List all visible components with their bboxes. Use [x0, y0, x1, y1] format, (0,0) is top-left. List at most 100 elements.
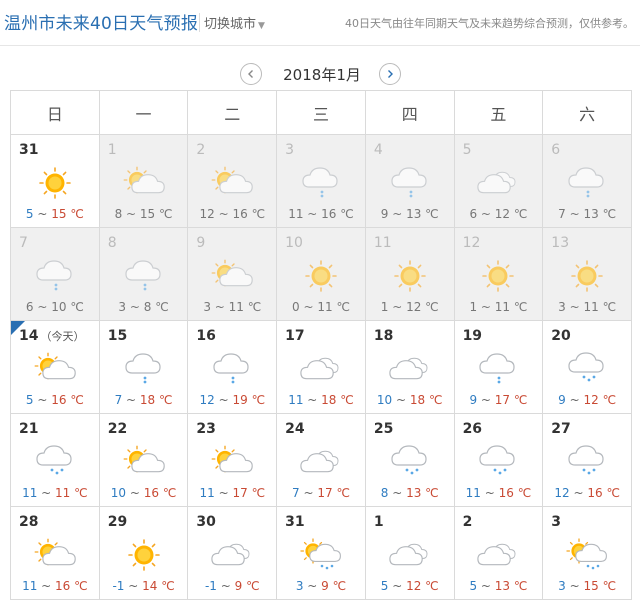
temperature-unit: ℃: [513, 207, 528, 221]
temperature-unit: ℃: [340, 207, 354, 221]
temperature-range: 11 ~ 16 ℃: [277, 207, 365, 221]
day-cell[interactable]: 1 8 ~ 15 ℃: [99, 135, 189, 228]
high-temperature: 16: [587, 486, 603, 500]
day-cell[interactable]: 13 3 ~ 11 ℃: [543, 228, 632, 321]
partly-cloudy-weather-icon: [209, 165, 255, 201]
day-cell[interactable]: 33 ~ 15 ℃: [543, 507, 632, 600]
high-temperature: 16: [51, 393, 67, 407]
temperature-range: 3 ~ 11 ℃: [543, 300, 631, 314]
temperature-separator: ~: [477, 300, 495, 314]
cloudy-weather-icon: [298, 444, 344, 480]
day-cell[interactable]: 23 11 ~ 17 ℃: [188, 414, 278, 507]
day-cell[interactable]: 24 7 ~ 17 ℃: [277, 414, 366, 507]
low-temperature: 7: [558, 207, 566, 221]
day-cell[interactable]: 10 0 ~ 11 ℃: [277, 228, 366, 321]
day-cell[interactable]: 2 12 ~ 16 ℃: [188, 135, 278, 228]
partly-cloudy-weather-icon: [121, 165, 167, 201]
temperature-unit: ℃: [162, 486, 177, 500]
day-number: 3: [285, 142, 294, 158]
high-temperature: 16: [55, 579, 71, 593]
day-cell[interactable]: 30 -1 ~ 9 ℃: [188, 507, 278, 600]
day-cell[interactable]: 15 7 ~ 18 ℃: [99, 321, 189, 414]
day-number: 15: [108, 328, 127, 344]
temperature-separator: ~: [122, 207, 140, 221]
temperature-separator: ~: [126, 486, 144, 500]
day-cell[interactable]: 2 5 ~ 13 ℃: [454, 507, 544, 600]
day-cell-today[interactable]: 14 （今天） 5 ~ 16 ℃: [11, 321, 100, 414]
day-number-text: 1: [373, 514, 384, 530]
temperature-separator: ~: [299, 300, 318, 314]
today-label: （今天）: [40, 330, 85, 343]
temperature-range: 3 ~ 11 ℃: [188, 300, 276, 314]
day-number: 24: [285, 421, 304, 437]
partly-cloudy-weather-icon: [32, 537, 78, 573]
sun-shower-weather-icon: [298, 537, 344, 573]
high-temperature: 13: [494, 579, 511, 593]
high-temperature: 14: [142, 579, 158, 593]
low-temperature: 3: [118, 300, 127, 314]
day-cell[interactable]: 11 1 ~ 12 ℃: [365, 228, 455, 321]
temperature-range: -1 ~ 14 ℃: [100, 579, 188, 593]
day-cell[interactable]: 7 6 ~ 10 ℃: [11, 228, 100, 321]
switch-city-button[interactable]: 切换城市 ▼: [199, 13, 265, 32]
day-cell[interactable]: 29 -1 ~ 14 ℃: [99, 507, 189, 600]
day-cell[interactable]: 5 6 ~ 12 ℃: [454, 135, 544, 228]
rain-weather-icon: [387, 444, 433, 480]
day-cell[interactable]: 83 ~ 8 ℃: [99, 228, 189, 321]
day-cell[interactable]: 31 5 ~ 15 ℃: [11, 135, 100, 228]
temperature-unit: ℃: [429, 393, 443, 407]
day-cell[interactable]: 4 9 ~ 13 ℃: [365, 135, 455, 228]
next-month-button[interactable]: [379, 63, 401, 85]
temperature-range: 7 ~ 18 ℃: [100, 393, 188, 407]
day-cell[interactable]: 28 11 ~ 16 ℃: [11, 507, 100, 600]
day-number-text: 5: [462, 142, 472, 158]
day-cell[interactable]: 21 11 ~ 11 ℃: [11, 414, 100, 507]
day-cell[interactable]: 19 9 ~ 17 ℃: [454, 321, 544, 414]
low-temperature: 12: [554, 486, 570, 500]
day-number: 1: [108, 142, 117, 158]
weekday-label: 二: [188, 91, 278, 135]
temperature-unit: ℃: [513, 300, 528, 314]
day-cell[interactable]: 22 10 ~ 16 ℃: [99, 414, 189, 507]
low-temperature: 0: [292, 300, 300, 314]
day-cell[interactable]: 26 11 ~ 16 ℃: [454, 414, 544, 507]
high-temperature: 12: [494, 207, 511, 221]
high-temperature: 13: [406, 486, 422, 500]
day-number-text: 10: [285, 235, 303, 251]
low-temperature: 5: [469, 579, 478, 593]
temperature-unit: ℃: [602, 300, 617, 314]
previous-month-button[interactable]: [240, 63, 262, 85]
high-temperature: 17: [494, 393, 511, 407]
day-cell[interactable]: 16 12 ~ 19 ℃: [188, 321, 278, 414]
day-number: 4: [374, 142, 383, 158]
light-rain-weather-icon: [121, 258, 167, 294]
temperature-range: 10 ~ 18 ℃: [366, 393, 454, 407]
high-temperature: 13: [406, 207, 422, 221]
high-temperature: 15: [583, 579, 599, 593]
temperature-range: 5 ~ 12 ℃: [366, 579, 454, 593]
day-number-text: 27: [551, 421, 571, 437]
day-number-text: 8: [107, 235, 117, 251]
day-cell[interactable]: 25 8 ~ 13 ℃: [365, 414, 455, 507]
temperature-range: 5 ~ 15 ℃: [11, 207, 99, 221]
day-cell[interactable]: 9 3 ~ 11 ℃: [188, 228, 278, 321]
temperature-range: 11 ~ 16 ℃: [11, 579, 99, 593]
day-number: 11: [374, 235, 392, 251]
day-cell[interactable]: 6 7 ~ 13 ℃: [543, 135, 632, 228]
sun-shower-weather-icon: [564, 537, 610, 573]
low-temperature: 10: [376, 393, 393, 407]
temperature-separator: ~: [303, 579, 322, 593]
day-cell[interactable]: 31 3 ~ 9 ℃: [277, 507, 366, 600]
day-cell[interactable]: 12 1 ~ 11 ℃: [454, 228, 544, 321]
day-cell[interactable]: 18 10 ~ 18 ℃: [365, 321, 455, 414]
temperature-range: 9 ~ 12 ℃: [543, 393, 631, 407]
day-cell[interactable]: 3 11 ~ 16 ℃: [277, 135, 366, 228]
day-cell[interactable]: 17 11 ~ 18 ℃: [277, 321, 366, 414]
day-number: 16: [196, 328, 215, 344]
temperature-separator: ~: [33, 393, 52, 407]
day-number-text: 1: [107, 142, 117, 158]
day-cell[interactable]: 1 5 ~ 12 ℃: [365, 507, 455, 600]
day-number: 8: [108, 235, 117, 251]
day-cell[interactable]: 20 9 ~ 12 ℃: [543, 321, 632, 414]
day-cell[interactable]: 27 12 ~ 16 ℃: [543, 414, 632, 507]
